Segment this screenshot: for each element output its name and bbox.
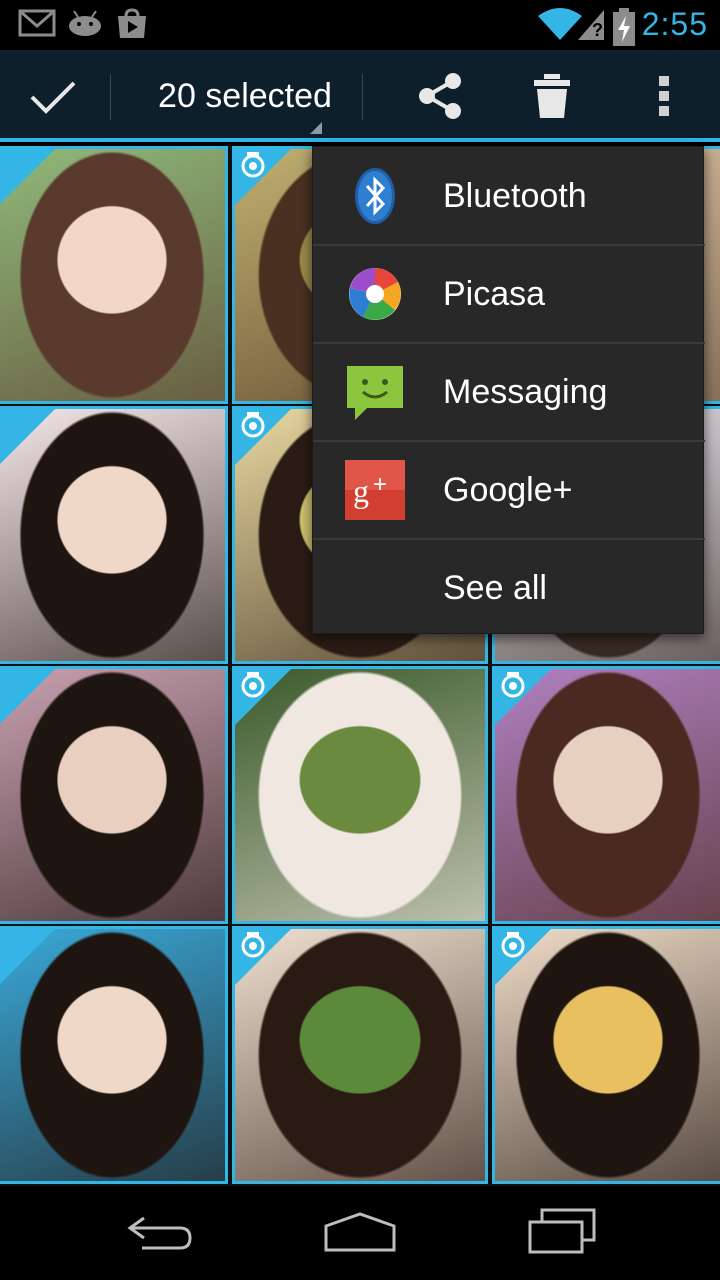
share-item-label: Bluetooth xyxy=(443,176,587,215)
done-button[interactable] xyxy=(0,50,108,142)
selected-marker xyxy=(0,409,55,465)
svg-text:?: ? xyxy=(592,20,603,40)
share-item-google-plus[interactable]: g + Google+ xyxy=(313,441,705,539)
play-store-icon xyxy=(118,8,146,38)
share-item-label: Picasa xyxy=(443,274,546,313)
selection-spinner[interactable]: 20 selected xyxy=(130,50,360,142)
signal-icon: ? xyxy=(578,10,604,40)
photo-tile-1[interactable] xyxy=(0,146,228,404)
camera-icon xyxy=(241,672,265,698)
share-menu: Bluetooth Picasa Messaging g + Google+ S… xyxy=(312,146,705,637)
share-button[interactable] xyxy=(390,50,490,142)
share-item-messaging[interactable]: Messaging xyxy=(313,343,705,441)
photo-tile-7[interactable] xyxy=(0,666,228,924)
photo-tile-9[interactable] xyxy=(492,666,720,924)
status-bar: ? 2:55 xyxy=(0,0,720,50)
camera-icon xyxy=(501,932,525,958)
overflow-menu-icon xyxy=(659,76,669,116)
selected-marker xyxy=(0,929,55,985)
camera-icon xyxy=(501,672,525,698)
selected-marker xyxy=(0,149,55,205)
google-plus-icon: g + xyxy=(345,460,405,520)
share-item-bluetooth[interactable]: Bluetooth xyxy=(313,147,705,245)
photo-tile-10[interactable] xyxy=(0,926,228,1184)
share-item-label: Google+ xyxy=(443,470,573,509)
delete-button[interactable] xyxy=(502,50,602,142)
photo-tile-12[interactable] xyxy=(492,926,720,1184)
svg-text:+: + xyxy=(373,471,387,498)
share-item-label: Messaging xyxy=(443,372,608,411)
share-item-picasa[interactable]: Picasa xyxy=(313,245,705,343)
home-icon[interactable] xyxy=(322,1206,398,1254)
picasa-icon xyxy=(349,268,401,320)
svg-text:g: g xyxy=(353,473,369,509)
navigation-bar xyxy=(0,1186,720,1280)
spinner-indicator xyxy=(310,122,322,134)
gmail-icon xyxy=(18,9,56,37)
share-item-see-all[interactable]: See all xyxy=(313,539,705,637)
divider xyxy=(362,74,363,120)
photo-tile-11[interactable] xyxy=(232,926,488,1184)
bluetooth-icon xyxy=(355,168,395,224)
share-item-label: See all xyxy=(443,568,547,607)
delete-icon xyxy=(534,74,570,118)
selected-marker xyxy=(0,669,55,725)
recent-apps-icon[interactable] xyxy=(526,1206,598,1254)
checkmark-icon xyxy=(30,81,76,114)
share-icon xyxy=(419,73,461,119)
android-icon xyxy=(69,10,101,36)
back-icon[interactable] xyxy=(124,1206,196,1254)
overflow-menu-button[interactable] xyxy=(614,50,714,142)
camera-icon xyxy=(241,932,265,958)
photo-tile-4[interactable] xyxy=(0,406,228,664)
messaging-icon xyxy=(347,366,403,420)
camera-icon xyxy=(241,152,265,178)
camera-icon xyxy=(241,412,265,438)
selection-count-label: 20 selected xyxy=(158,76,332,115)
photo-tile-8[interactable] xyxy=(232,666,488,924)
clock: 2:55 xyxy=(641,6,708,42)
contextual-action-bar: 20 selected xyxy=(0,50,720,142)
battery-charging-icon xyxy=(613,8,635,46)
divider xyxy=(110,74,111,120)
